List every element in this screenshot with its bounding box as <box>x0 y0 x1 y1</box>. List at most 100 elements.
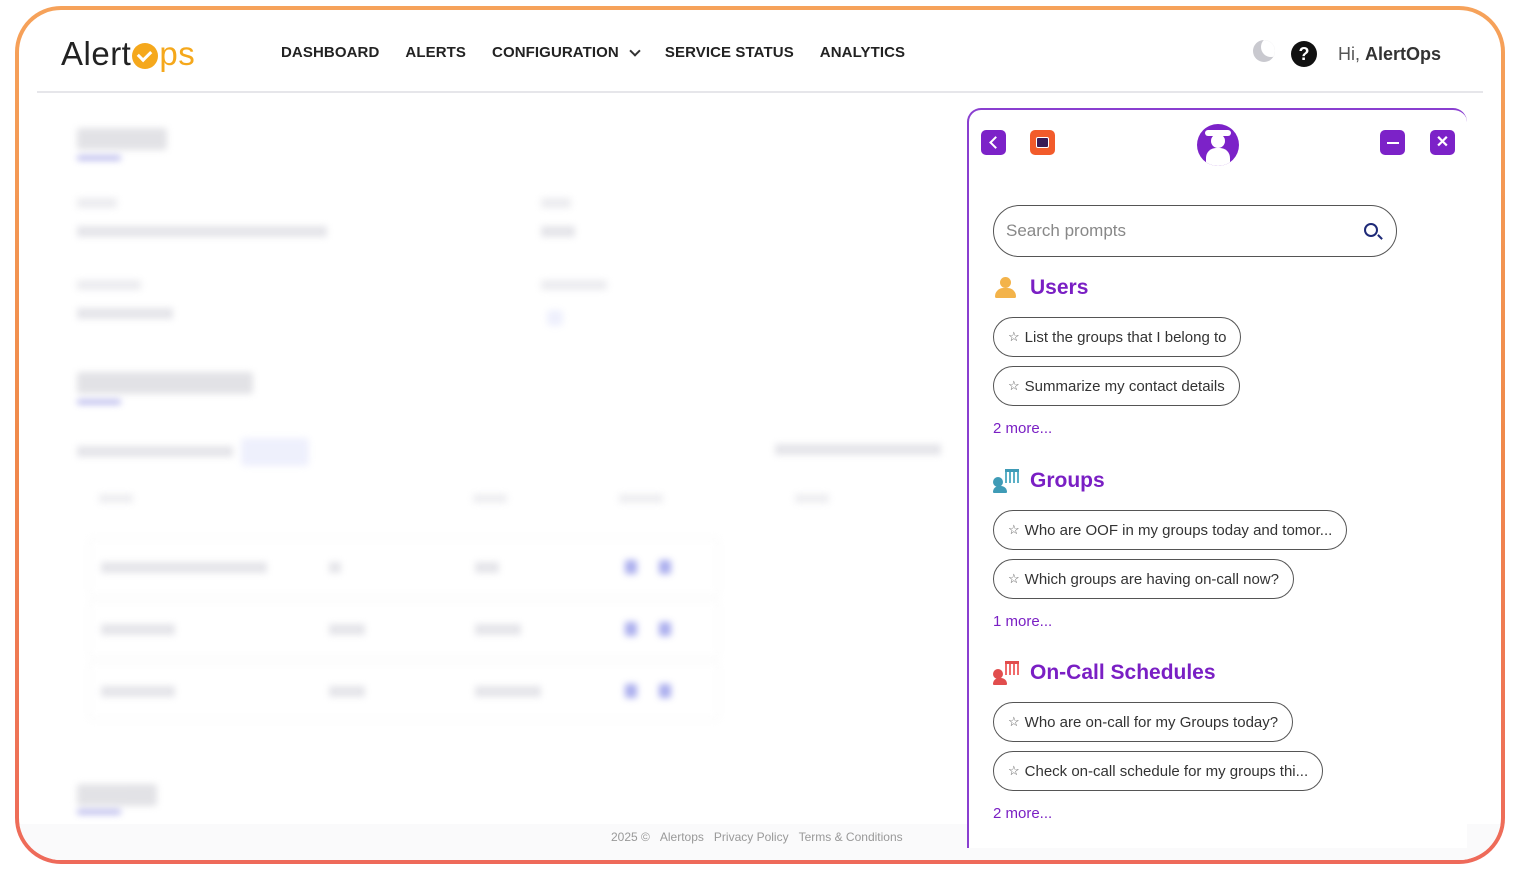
blurred-heading <box>77 372 253 394</box>
blurred-delete-icon <box>659 622 671 636</box>
avatar-face <box>1211 134 1225 148</box>
footer-privacy-link[interactable]: Privacy Policy <box>714 830 789 844</box>
section-title-groups: Groups <box>993 469 1105 493</box>
user-greeting[interactable]: Hi, AlertOps <box>1338 44 1441 65</box>
nav-analytics[interactable]: ANALYTICS <box>820 44 905 61</box>
nav-dashboard[interactable]: DASHBOARD <box>281 44 379 61</box>
section-title-text: Users <box>1030 276 1089 299</box>
greeting-prefix: Hi, <box>1338 44 1365 64</box>
search-icon[interactable] <box>1364 223 1378 237</box>
more-link-groups[interactable]: 1 more... <box>993 613 1052 630</box>
blurred-text <box>101 686 175 697</box>
header-divider <box>37 91 1483 93</box>
blurred-heading <box>77 784 157 806</box>
help-icon[interactable]: ? <box>1291 41 1317 67</box>
prompt-text: Who are on-call for my Groups today? <box>1024 713 1279 731</box>
blurred-text <box>475 624 521 635</box>
assistant-panel: ✕ Users ☆ List the groups that I belong t… <box>967 108 1467 848</box>
prompt-text: Which groups are having on-call now? <box>1024 570 1279 588</box>
section-title-text: On-Call Schedules <box>1030 661 1216 684</box>
back-button[interactable] <box>981 130 1006 155</box>
blurred-delete-icon <box>659 560 671 574</box>
close-icon: ✕ <box>1435 133 1450 151</box>
chat-history-button[interactable] <box>1030 130 1055 155</box>
star-icon: ☆ <box>1008 522 1020 537</box>
star-icon: ☆ <box>1008 329 1020 344</box>
section-title-on-call-schedules: On-Call Schedules <box>993 661 1216 685</box>
section-title-text: Groups <box>1030 469 1105 492</box>
chat-bubble-icon <box>1036 137 1049 148</box>
prompt-chip[interactable]: ☆ Who are OOF in my groups today and tomo… <box>993 510 1348 550</box>
device-frame: Alert ps DASHBOARD ALERTS CONFIGURATION S… <box>15 6 1505 864</box>
star-icon: ☆ <box>1008 571 1020 586</box>
prompt-text: Check on-call schedule for my groups thi… <box>1024 762 1309 780</box>
footer-links: 2025 © Alertops Privacy Policy Terms & C… <box>611 830 903 844</box>
blurred-pill <box>241 438 309 466</box>
alertops-logo[interactable]: Alert ps <box>61 34 195 74</box>
blurred-underline <box>77 810 121 814</box>
blurred-settings-page <box>19 100 967 840</box>
prompt-text: Who are OOF in my groups today and tomor… <box>1024 521 1333 539</box>
blurred-text <box>775 444 941 455</box>
blurred-text <box>77 226 327 237</box>
nav-alerts[interactable]: ALERTS <box>405 44 466 61</box>
nav-label: ANALYTICS <box>819 44 906 61</box>
app-screen: Alert ps DASHBOARD ALERTS CONFIGURATION S… <box>19 10 1501 860</box>
blurred-text <box>541 226 575 237</box>
blurred-checkbox <box>547 310 563 326</box>
prompt-text: List the groups that I belong to <box>1024 328 1227 346</box>
prompt-chip[interactable]: ☆ Check on-call schedule for my groups th… <box>993 751 1324 791</box>
group-icon <box>993 469 1019 493</box>
blurred-text <box>541 198 571 208</box>
assistant-avatar <box>1197 124 1239 166</box>
more-link-schedules[interactable]: 2 more... <box>993 805 1052 822</box>
blurred-text <box>77 308 173 319</box>
star-icon: ☆ <box>1008 714 1020 729</box>
logo-text-alert: Alert <box>61 35 132 72</box>
nav-label: SERVICE STATUS <box>664 44 794 61</box>
chevron-down-icon <box>629 44 641 57</box>
blurred-underline <box>77 156 121 160</box>
top-header: Alert ps DASHBOARD ALERTS CONFIGURATION S… <box>19 10 1501 93</box>
prompt-chip[interactable]: ☆ List the groups that I belong to <box>993 317 1242 357</box>
prompt-chip[interactable]: ☆ Which groups are having on-call now? <box>993 559 1294 599</box>
blurred-underline <box>77 400 121 404</box>
avatar-body <box>1206 148 1230 166</box>
close-button[interactable]: ✕ <box>1430 130 1455 155</box>
blurred-text <box>473 494 507 503</box>
nav-configuration[interactable]: CONFIGURATION <box>492 44 641 61</box>
blurred-edit-icon <box>625 622 637 636</box>
search-prompts-box <box>993 205 1397 257</box>
blurred-edit-icon <box>625 684 637 698</box>
blurred-text <box>99 494 133 503</box>
minus-icon <box>1386 141 1399 144</box>
chevron-left-icon <box>988 136 1002 149</box>
logo-check-icon <box>132 43 159 69</box>
nav-service-status[interactable]: SERVICE STATUS <box>665 44 794 61</box>
footer-copyright: 2025 © <box>611 830 650 844</box>
more-link-users[interactable]: 2 more... <box>993 420 1052 437</box>
prompt-text: Summarize my contact details <box>1024 377 1225 395</box>
blurred-text <box>101 624 175 635</box>
schedule-icon <box>993 661 1019 685</box>
prompt-chip[interactable]: ☆ Who are on-call for my Groups today? <box>993 702 1294 742</box>
star-icon: ☆ <box>1008 378 1020 393</box>
blurred-edit-icon <box>625 560 637 574</box>
nav-label: DASHBOARD <box>281 44 380 61</box>
user-icon <box>993 276 1019 300</box>
dark-mode-moon-icon[interactable] <box>1253 40 1275 62</box>
blurred-delete-icon <box>659 684 671 698</box>
blurred-text <box>77 198 117 208</box>
nav-label: ALERTS <box>405 44 467 61</box>
search-input[interactable] <box>1006 218 1346 244</box>
blurred-text <box>329 562 341 573</box>
prompt-chip[interactable]: ☆ Summarize my contact details <box>993 366 1240 406</box>
blurred-text <box>475 686 541 697</box>
blurred-text <box>541 280 607 290</box>
nav-label: CONFIGURATION <box>492 44 619 61</box>
footer-brand-link[interactable]: Alertops <box>660 830 704 844</box>
minimize-button[interactable] <box>1380 130 1405 155</box>
blurred-heading <box>77 128 167 150</box>
footer-terms-link[interactable]: Terms & Conditions <box>799 830 903 844</box>
blurred-text <box>77 446 233 457</box>
